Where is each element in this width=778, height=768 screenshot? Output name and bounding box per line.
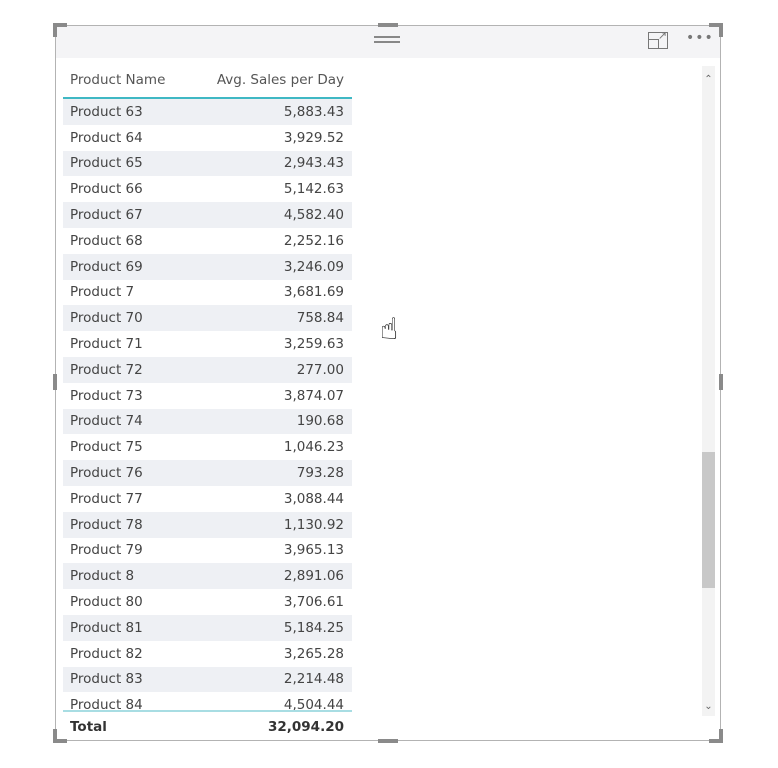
avg-sales-cell: 190.68 [296,413,344,430]
column-header-product-name[interactable]: Product Name [63,72,211,88]
table-header: Product Name Avg. Sales per Day [63,63,352,99]
total-value: 32,094.20 [267,719,344,735]
scroll-up-icon[interactable]: ⌃ [702,74,715,85]
resize-handle-right[interactable] [719,374,723,390]
avg-sales-cell: 1,130.92 [283,516,344,533]
table-visual[interactable]: ••• Product Name Avg. Sales per Day Prod… [53,23,723,743]
table-row[interactable]: Product 73 3,874.07 [63,383,352,409]
product-name-cell: Product 67 [70,207,143,224]
avg-sales-cell: 3,706.61 [283,594,344,611]
vertical-scrollbar[interactable]: ⌃ ⌄ [702,66,715,716]
avg-sales-cell: 1,046.23 [283,439,344,456]
visual-header: ••• [56,26,720,58]
table-row[interactable]: Product 83 2,214.48 [63,666,352,693]
avg-sales-cell: 4,582.40 [283,207,344,224]
table-row[interactable]: Product 78 1,130.92 [63,511,352,538]
product-name-cell: Product 74 [70,413,143,430]
resize-handle-bottom-right-v[interactable] [719,729,723,743]
table-row[interactable]: Product 8 2,891.06 [63,563,352,590]
table-row[interactable]: Product 71 3,259.63 [63,331,352,357]
data-table: Product Name Avg. Sales per Day Product … [63,63,352,742]
product-name-cell: Product 76 [70,465,143,482]
product-name-cell: Product 83 [70,671,143,688]
table-body: Product 63 5,883.43 Product 64 3,929.52 Prod… [63,99,352,710]
focus-mode-icon[interactable] [648,29,668,49]
product-name-cell: Product 73 [70,387,143,404]
total-label: Total [70,719,107,735]
product-name-cell: Product 79 [70,542,143,559]
product-name-cell: Product 84 [70,697,143,710]
table-row[interactable]: Product 7 3,681.69 [63,280,352,306]
product-name-cell: Product 69 [70,258,143,275]
avg-sales-cell: 277.00 [296,361,344,378]
table-row[interactable]: Product 76 793.28 [63,460,352,486]
product-name-cell: Product 77 [70,490,143,507]
resize-handle-bottom-left-v[interactable] [53,729,57,743]
avg-sales-cell: 793.28 [296,465,344,482]
avg-sales-cell: 758.84 [296,310,344,327]
product-name-cell: Product 81 [70,619,143,636]
table-row[interactable]: Product 68 2,252.16 [63,228,352,254]
product-name-cell: Product 66 [70,181,143,198]
column-header-avg-sales[interactable]: Avg. Sales per Day [211,72,352,88]
avg-sales-cell: 3,088.44 [283,490,344,507]
avg-sales-cell: 3,681.69 [283,284,344,301]
product-name-cell: Product 78 [70,516,143,533]
table-row[interactable]: Product 65 2,943.43 [63,150,352,177]
table-row[interactable]: Product 77 3,088.44 [63,486,352,512]
table-row[interactable]: Product 66 5,142.63 [63,176,352,202]
resize-handle-top-right-v[interactable] [719,23,723,37]
hand-pointer-icon: ☝ [380,312,399,347]
product-name-cell: Product 75 [70,439,143,456]
product-name-cell: Product 8 [70,568,135,585]
resize-handle-bottom[interactable] [378,739,398,743]
product-name-cell: Product 70 [70,310,143,327]
table-row[interactable]: Product 84 4,504.44 [63,692,352,710]
table-row[interactable]: Product 81 5,184.25 [63,614,352,641]
avg-sales-cell: 3,259.63 [283,336,344,353]
resize-handle-top[interactable] [378,23,398,27]
avg-sales-cell: 2,252.16 [283,232,344,249]
table-row[interactable]: Product 64 3,929.52 [63,125,352,151]
table-row[interactable]: Product 82 3,265.28 [63,641,352,667]
product-name-cell: Product 72 [70,361,143,378]
resize-handle-top-left-v[interactable] [53,23,57,37]
product-name-cell: Product 64 [70,129,143,146]
table-row[interactable]: Product 79 3,965.13 [63,538,352,564]
resize-handle-left[interactable] [53,374,57,390]
avg-sales-cell: 3,874.07 [283,387,344,404]
avg-sales-cell: 2,214.48 [283,671,344,688]
scrollbar-thumb[interactable] [702,452,715,588]
avg-sales-cell: 2,943.43 [283,155,344,172]
table-row[interactable]: Product 72 277.00 [63,356,352,383]
drag-grip-icon[interactable] [374,36,400,38]
table-row[interactable]: Product 69 3,246.09 [63,253,352,280]
avg-sales-cell: 4,504.44 [283,697,344,710]
product-name-cell: Product 71 [70,336,143,353]
product-name-cell: Product 68 [70,232,143,249]
avg-sales-cell: 3,265.28 [283,645,344,662]
product-name-cell: Product 7 [70,284,135,301]
table-row[interactable]: Product 63 5,883.43 [63,99,352,125]
table-row[interactable]: Product 75 1,046.23 [63,434,352,460]
total-row: Total 32,094.20 [63,710,352,742]
avg-sales-cell: 3,246.09 [283,258,344,275]
avg-sales-cell: 3,929.52 [283,129,344,146]
avg-sales-cell: 5,142.63 [283,181,344,198]
table-row[interactable]: Product 74 190.68 [63,408,352,435]
avg-sales-cell: 2,891.06 [283,568,344,585]
product-name-cell: Product 80 [70,594,143,611]
table-row[interactable]: Product 70 758.84 [63,305,352,332]
table-row[interactable]: Product 80 3,706.61 [63,589,352,615]
product-name-cell: Product 82 [70,645,143,662]
more-options-icon[interactable]: ••• [686,30,714,46]
avg-sales-cell: 3,965.13 [283,542,344,559]
table-row[interactable]: Product 67 4,582.40 [63,202,352,228]
product-name-cell: Product 65 [70,155,143,172]
scroll-down-icon[interactable]: ⌄ [702,701,715,712]
avg-sales-cell: 5,883.43 [283,103,344,120]
avg-sales-cell: 5,184.25 [283,619,344,636]
product-name-cell: Product 63 [70,103,143,120]
